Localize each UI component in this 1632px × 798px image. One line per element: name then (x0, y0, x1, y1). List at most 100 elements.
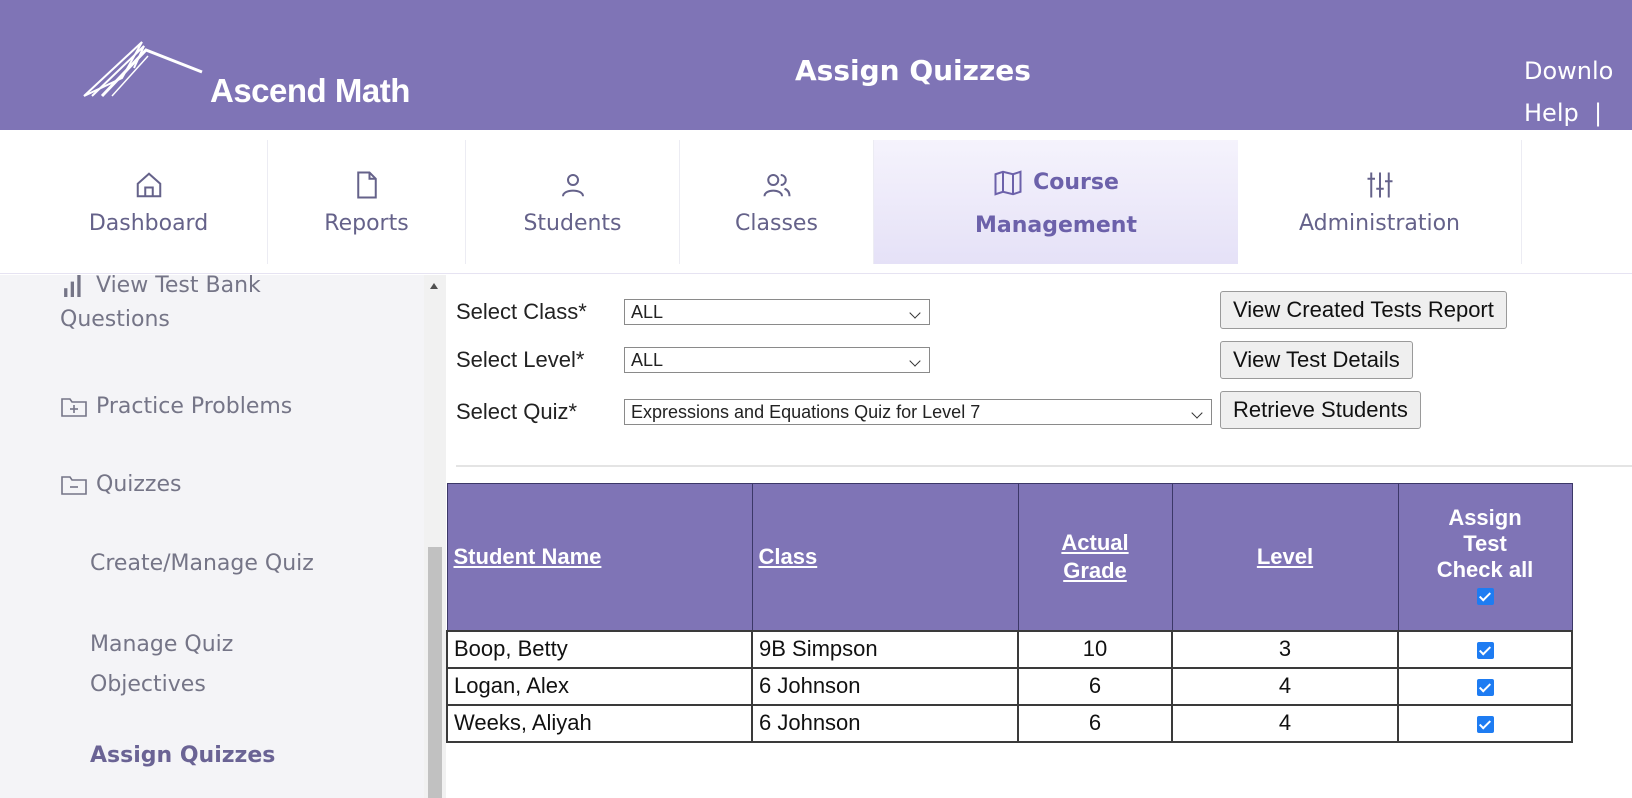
students-table: Student Name Class Actual Grade Level As… (446, 483, 1573, 743)
select-level-dropdown[interactable]: ALL (624, 347, 930, 373)
main-nav: Dashboard Reports Students Classes Cours… (0, 130, 1632, 274)
sidebar-item-label: Quizzes (96, 472, 182, 497)
scroll-up-arrow-icon[interactable] (430, 283, 438, 289)
sidebar-item-label: Questions (60, 307, 170, 332)
sidebar: View Test Bank Questions Practice Proble… (0, 275, 432, 798)
sidebar-item-view-test-bank[interactable]: View Test Bank Questions (60, 275, 261, 337)
assign-checkbox[interactable] (1476, 641, 1494, 659)
header-label: Actual (1061, 529, 1129, 555)
assign-cell (1397, 629, 1573, 669)
select-class-dropdown[interactable]: ALL (624, 299, 930, 325)
assign-checkbox[interactable] (1476, 678, 1494, 696)
table-header-row: Student Name Class Actual Grade Level As… (446, 483, 1573, 631)
download-link[interactable]: Downlo (1524, 50, 1613, 92)
scroll-thumb[interactable] (428, 547, 442, 798)
column-class[interactable]: Class (751, 483, 1019, 631)
help-link[interactable]: Help | (1524, 92, 1613, 134)
assign-cell (1397, 666, 1573, 706)
column-level[interactable]: Level (1171, 483, 1399, 631)
student-name-cell: Weeks, Aliyah (446, 703, 753, 743)
nav-reports[interactable]: Reports (268, 140, 466, 264)
bar-chart-icon (64, 275, 81, 297)
sidebar-item-manage-quiz-objectives[interactable]: Manage Quiz Objectives (90, 625, 233, 705)
column-assign-test: Assign Test Check all (1397, 483, 1573, 631)
nav-course-label-top: Course (1033, 170, 1119, 195)
table-row: Weeks, Aliyah 6 Johnson 6 4 (446, 703, 1573, 743)
sidebar-scrollbar[interactable] (424, 275, 446, 798)
sidebar-item-create-manage-quiz[interactable]: Create/Manage Quiz (90, 547, 314, 581)
chevron-down-icon (1191, 407, 1203, 419)
column-actual-grade[interactable]: Actual Grade (1017, 483, 1173, 631)
folder-minus-icon (61, 476, 87, 495)
map-icon (994, 169, 1022, 196)
table-row: Boop, Betty 9B Simpson 10 3 (446, 629, 1573, 669)
brand-name: Ascend Math (210, 72, 410, 109)
level-cell: 3 (1171, 629, 1399, 669)
view-test-details-button[interactable]: View Test Details (1220, 341, 1413, 379)
student-name-cell: Logan, Alex (446, 666, 753, 706)
header-label: Test (1463, 530, 1507, 556)
header-label: Student Name (453, 543, 602, 569)
nav-students-label: Students (523, 210, 622, 236)
column-student-name[interactable]: Student Name (446, 483, 753, 631)
sidebar-item-quizzes[interactable]: Quizzes (60, 468, 181, 502)
nav-dashboard[interactable]: Dashboard (30, 140, 268, 264)
chevron-down-icon (909, 307, 921, 319)
check-all-checkbox[interactable] (1476, 588, 1494, 606)
home-icon (136, 171, 161, 197)
assign-checkbox[interactable] (1476, 715, 1494, 733)
sidebar-item-label: Manage Quiz (90, 632, 234, 657)
divider (456, 465, 1632, 467)
nav-dashboard-label: Dashboard (88, 210, 209, 236)
grade-cell: 6 (1017, 703, 1173, 743)
header-label: Assign (1448, 504, 1522, 530)
header-links: Downlo Help | (1524, 50, 1613, 134)
select-quiz-label: Select Quiz* (456, 399, 578, 424)
assign-cell (1397, 703, 1573, 743)
app-header: Ascend Math Assign Quizzes Downlo Help | (0, 0, 1632, 130)
nav-administration-label: Administration (1299, 210, 1460, 236)
grade-cell: 10 (1017, 629, 1173, 669)
retrieve-students-button[interactable]: Retrieve Students (1220, 391, 1421, 429)
nav-classes-label: Classes (735, 210, 818, 236)
header-label: Level (1256, 543, 1314, 569)
folder-plus-icon (61, 398, 87, 417)
sidebar-item-label: Create/Manage Quiz (90, 551, 314, 576)
user-icon (561, 173, 584, 197)
users-icon (763, 173, 790, 197)
class-cell: 6 Johnson (751, 703, 1019, 743)
table-row: Logan, Alex 6 Johnson 6 4 (446, 666, 1573, 706)
class-cell: 9B Simpson (751, 629, 1019, 669)
level-cell: 4 (1171, 703, 1399, 743)
sidebar-item-assign-quizzes[interactable]: Assign Quizzes (90, 739, 275, 773)
nav-course-label-bottom: Management (975, 212, 1137, 238)
student-name-cell: Boop, Betty (446, 629, 753, 669)
select-quiz-dropdown[interactable]: Expressions and Equations Quiz for Level… (624, 399, 1212, 425)
header-label: Grade (1063, 557, 1127, 583)
sidebar-item-label: Objectives (90, 672, 206, 697)
select-class-label: Select Class* (456, 299, 587, 324)
nav-students[interactable]: Students (466, 140, 680, 264)
check-all-label: Check all (1436, 556, 1534, 582)
select-class-value: ALL (631, 302, 664, 322)
document-icon (356, 171, 377, 198)
nav-reports-label: Reports (324, 210, 409, 236)
sidebar-item-label: Practice Problems (96, 394, 293, 419)
sliders-icon (1367, 172, 1392, 197)
header-label: Class (758, 543, 818, 569)
select-quiz-value: Expressions and Equations Quiz for Level… (631, 402, 981, 422)
level-cell: 4 (1171, 666, 1399, 706)
select-level-value: ALL (631, 350, 664, 370)
sidebar-item-label: View Test Bank (96, 275, 261, 298)
nav-administration[interactable]: Administration (1238, 140, 1522, 264)
sidebar-item-label: Assign Quizzes (90, 743, 276, 768)
main-content: Select Class* ALL Select Level* ALL Sele… (446, 275, 1632, 798)
nav-course-management[interactable]: Course Management (874, 140, 1238, 264)
view-created-tests-report-button[interactable]: View Created Tests Report (1220, 291, 1507, 329)
nav-classes[interactable]: Classes (680, 140, 874, 264)
class-cell: 6 Johnson (751, 666, 1019, 706)
sidebar-item-practice-problems[interactable]: Practice Problems (60, 390, 292, 424)
page-title: Assign Quizzes (795, 54, 1031, 87)
grade-cell: 6 (1017, 666, 1173, 706)
chevron-down-icon (909, 355, 921, 367)
